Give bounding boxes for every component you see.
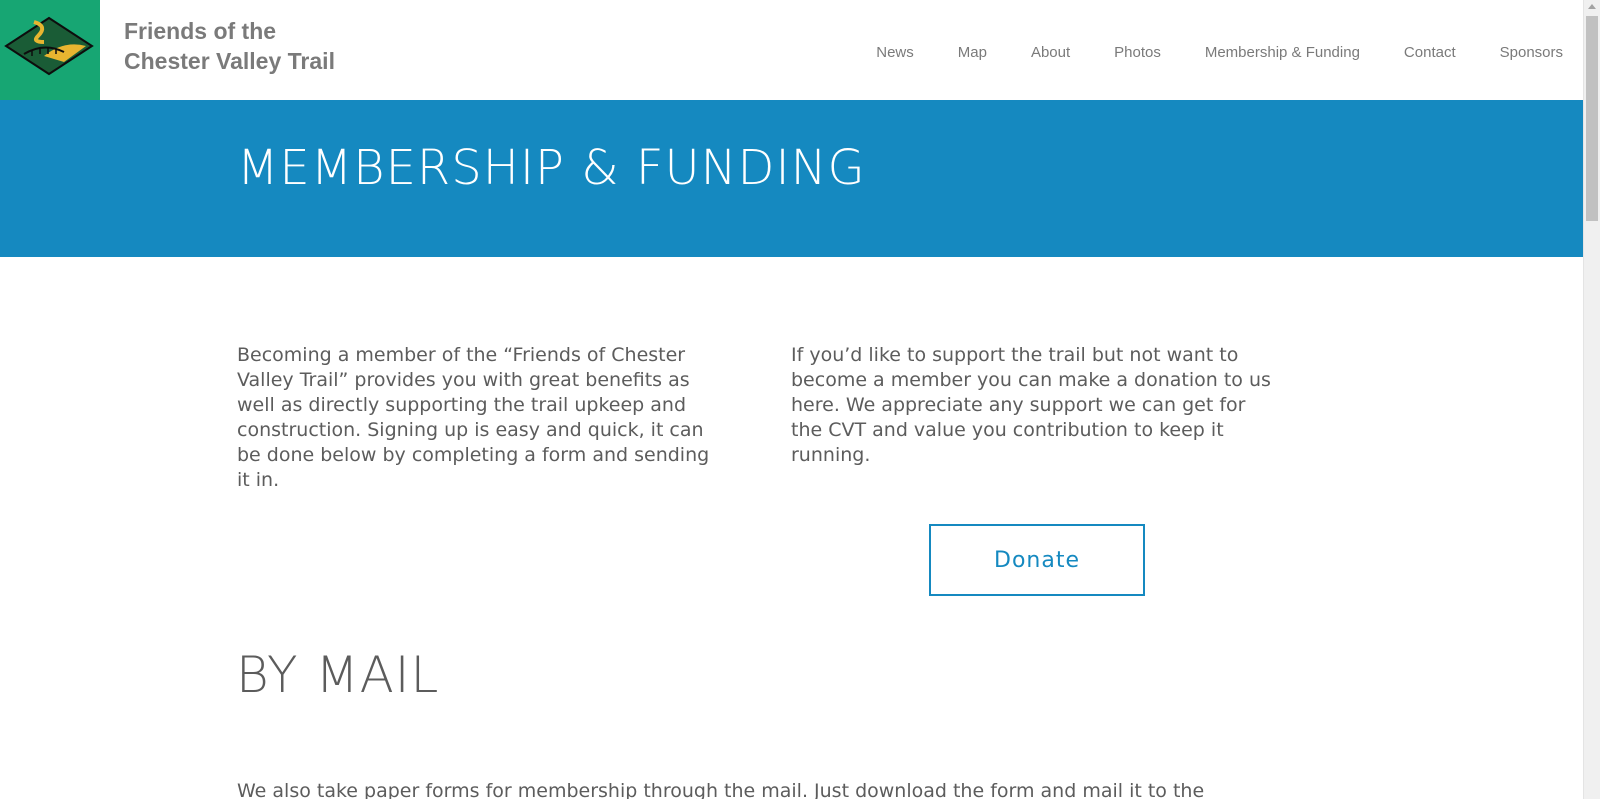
scroll-up-icon[interactable] xyxy=(1588,4,1596,9)
nav-membership-funding[interactable]: Membership & Funding xyxy=(1205,44,1360,61)
site-title[interactable]: Friends of the Chester Valley Trail xyxy=(124,16,335,76)
nav-about[interactable]: About xyxy=(1031,44,1070,61)
nav-sponsors[interactable]: Sponsors xyxy=(1500,44,1563,61)
donate-button[interactable]: Donate xyxy=(929,524,1145,596)
nav-photos[interactable]: Photos xyxy=(1114,44,1161,61)
donation-intro-text: If you’d like to support the trail but n… xyxy=(791,344,1271,466)
nav-news[interactable]: News xyxy=(876,44,914,61)
scrollbar-thumb[interactable] xyxy=(1586,16,1598,221)
nav-contact[interactable]: Contact xyxy=(1404,44,1456,61)
page-title: MEMBERSHIP & FUNDING xyxy=(237,140,866,196)
site-title-line1: Friends of the xyxy=(124,18,277,44)
main-nav: News Map About Photos Membership & Fundi… xyxy=(832,44,1563,61)
logo[interactable] xyxy=(0,0,100,100)
page-scrollbar[interactable] xyxy=(1583,0,1600,799)
trail-logo-icon xyxy=(4,16,94,76)
by-mail-text: We also take paper forms for membership … xyxy=(237,780,1205,799)
site-title-line2: Chester Valley Trail xyxy=(124,48,335,74)
page-banner: MEMBERSHIP & FUNDING xyxy=(0,100,1583,257)
by-mail-heading: BY MAIL xyxy=(236,646,440,704)
nav-map[interactable]: Map xyxy=(958,44,987,61)
membership-intro-text: Becoming a member of the “Friends of Che… xyxy=(237,344,710,491)
site-header: Friends of the Chester Valley Trail News… xyxy=(0,0,1583,100)
page: Friends of the Chester Valley Trail News… xyxy=(0,0,1583,799)
